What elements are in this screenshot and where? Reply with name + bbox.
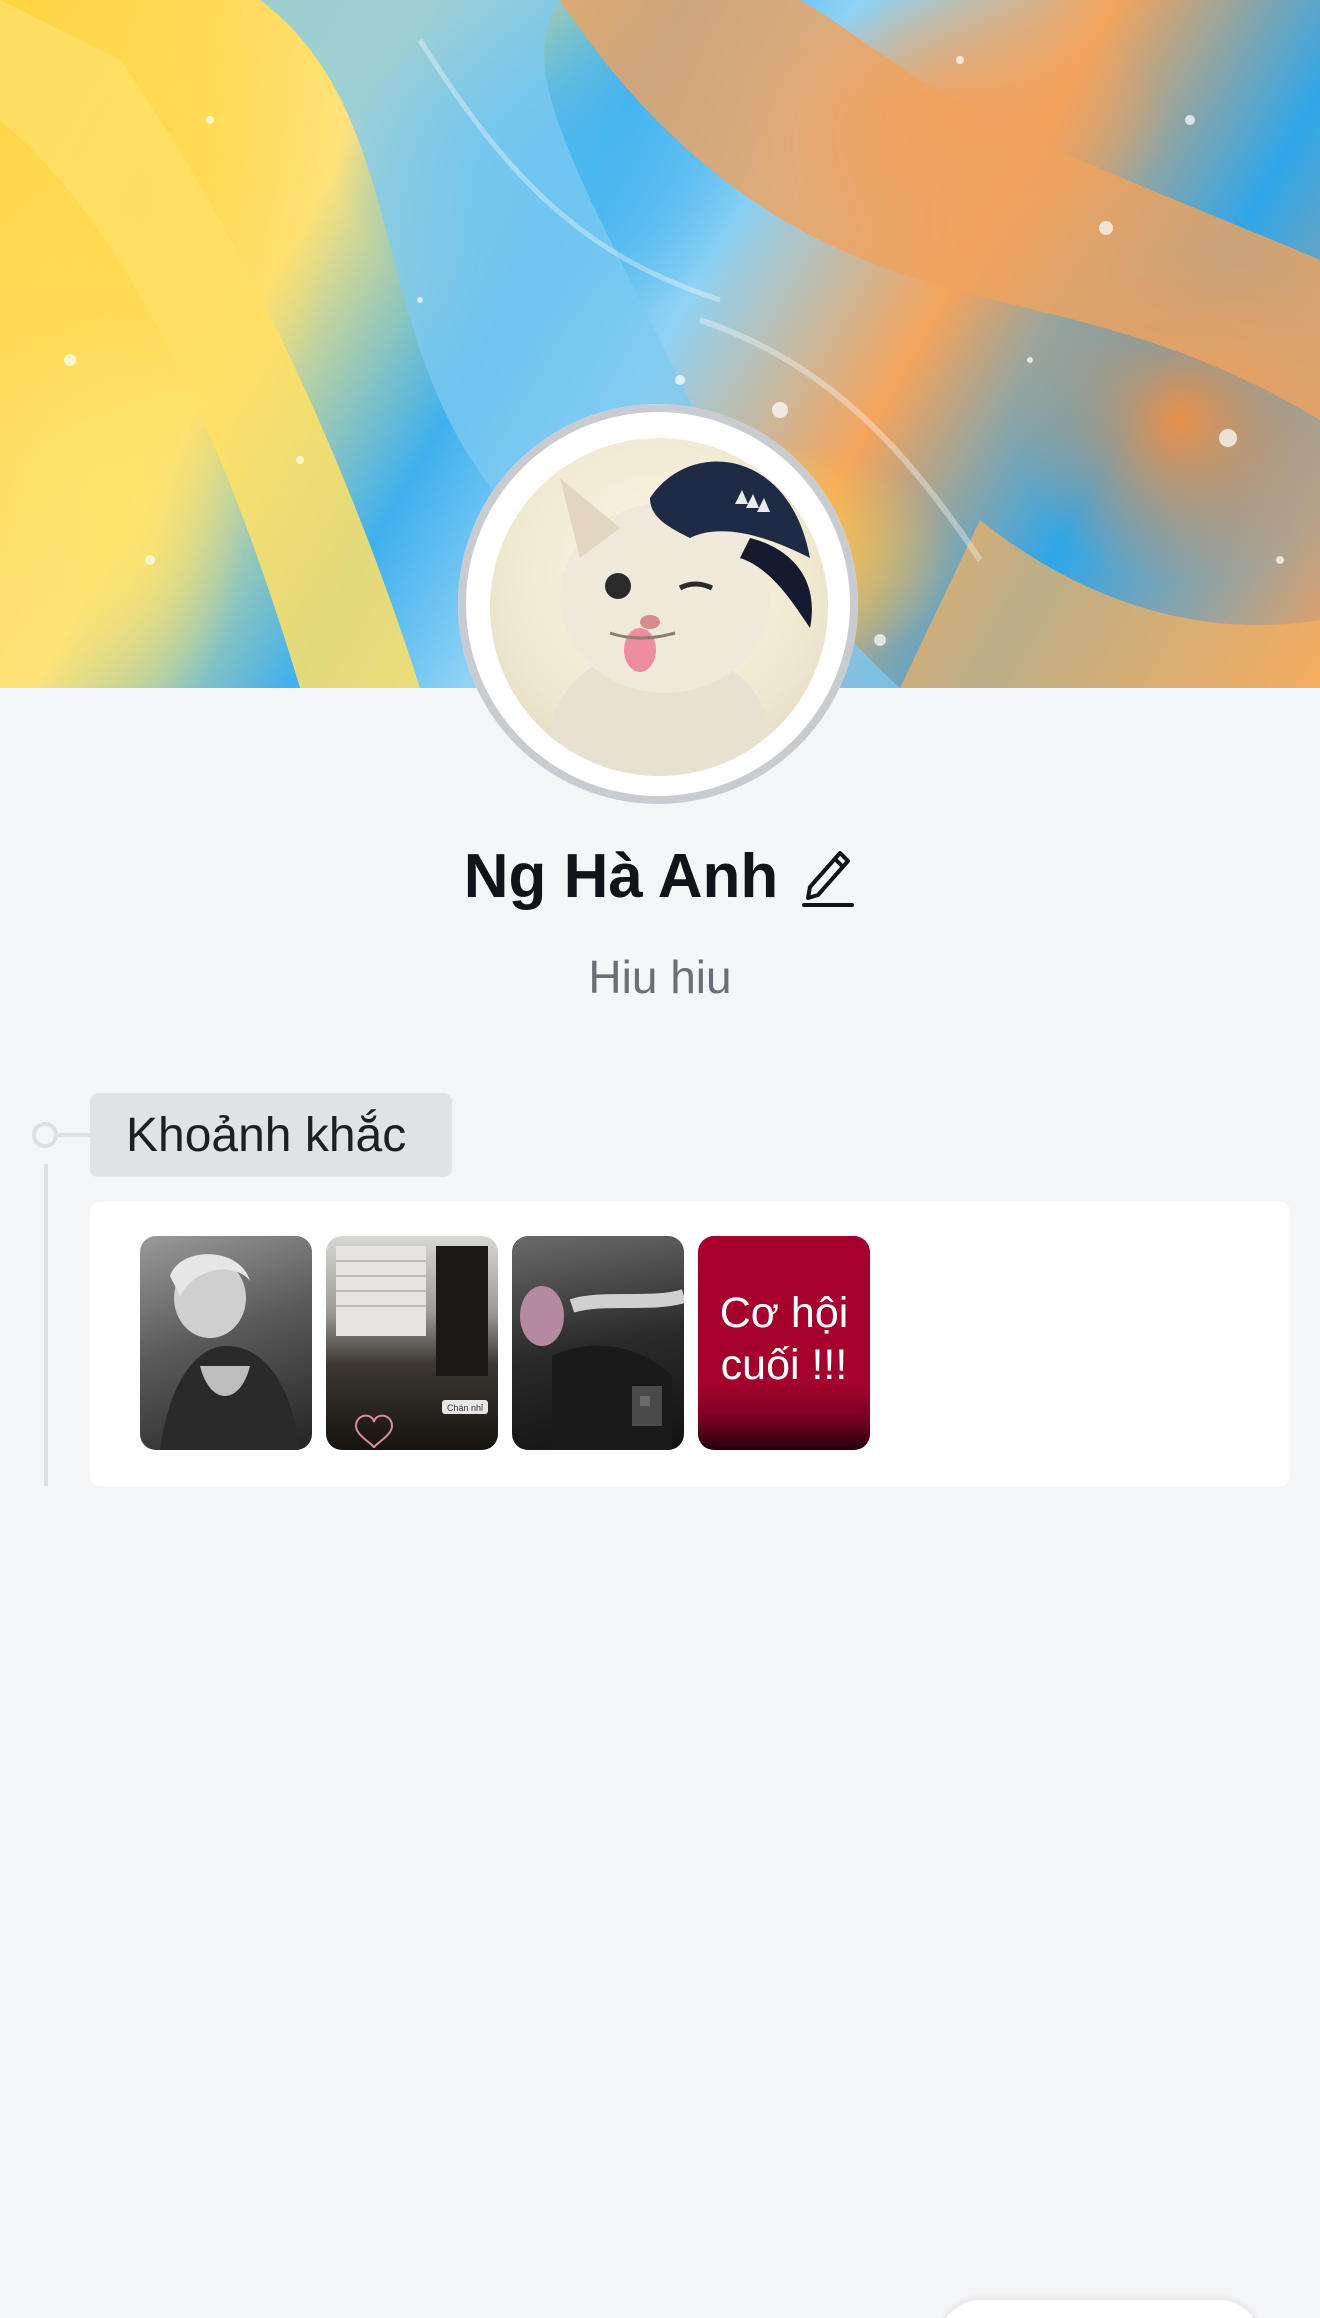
moments-title-label: Khoảnh khắc (126, 1108, 407, 1162)
moments-card: Chán nhỉ Cơ hội cuối !!! (90, 1202, 1290, 1486)
moment-caption: Chán nhỉ (447, 1403, 483, 1413)
profile-page: Ng Hà Anh Hiu hiu Khoảnh khắc Chán nhỉ C… (0, 0, 1320, 2318)
pencil-icon[interactable] (800, 843, 856, 909)
moment-thumbnail[interactable] (512, 1236, 684, 1450)
timeline-line (44, 1164, 48, 1486)
timeline-dot (32, 1122, 58, 1148)
profile-bio: Hiu hiu (588, 951, 732, 1003)
moment-thumbnail[interactable]: Cơ hội cuối !!! (698, 1236, 870, 1450)
moment-thumbnail[interactable] (140, 1236, 312, 1450)
floating-action-bar[interactable] (940, 2300, 1260, 2318)
profile-name: Ng Hà Anh (463, 841, 779, 911)
moment-thumbnail[interactable]: Chán nhỉ (326, 1236, 498, 1450)
moment-photo (520, 1286, 684, 1450)
timeline-connector (58, 1133, 92, 1137)
cat-with-cap-image (550, 461, 812, 776)
avatar[interactable] (490, 438, 828, 776)
profile-name-row: Ng Hà Anh (0, 836, 1320, 916)
moment-photo (160, 1254, 300, 1450)
moment-photo: Chán nhỉ (336, 1246, 488, 1449)
moment-text: Cơ hội cuối !!! (719, 1289, 849, 1389)
moments-section-title: Khoảnh khắc (90, 1093, 452, 1177)
